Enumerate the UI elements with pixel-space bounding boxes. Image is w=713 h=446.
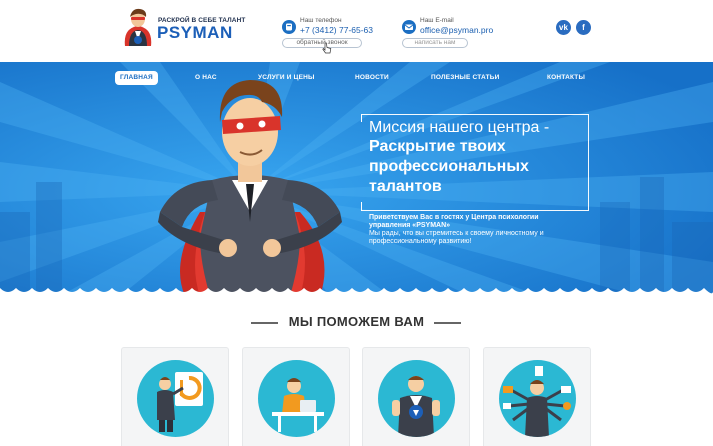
mission-heading: Миссия нашего центра - — [369, 119, 550, 136]
email-label: Наш E-mail — [420, 17, 454, 24]
service-card[interactable] — [362, 347, 470, 446]
title-divider — [434, 322, 461, 324]
greeting-subtext: Мы рады, что вы стремитесь к своему личн… — [369, 230, 544, 245]
service-card[interactable] — [242, 347, 350, 446]
phone-label: Наш телефон — [300, 17, 342, 24]
nav-item-news[interactable]: НОВОСТИ — [355, 71, 389, 85]
nav-item-about[interactable]: О НАС — [195, 71, 217, 85]
greeting-text: Приветствуем Вас в гостях у Центра психо… — [369, 214, 539, 229]
mission-frame-corner — [361, 114, 362, 122]
logo-name: PSYMAN — [157, 23, 233, 42]
nav-item-home[interactable]: ГЛАВНАЯ — [115, 71, 158, 85]
site-header: РАСКРОЙ В СЕБЕ ТАЛАНТ PSYMAN Наш телефон… — [0, 0, 713, 62]
cursor-icon — [322, 42, 332, 54]
vk-icon[interactable]: vk — [556, 20, 571, 35]
hero-banner: ГЛАВНАЯ О НАС УСЛУГИ И ЦЕНЫ НОВОСТИ ПОЛЕ… — [0, 62, 713, 296]
hero-reveal-illustration-icon — [378, 360, 455, 437]
nav-item-articles[interactable]: ПОЛЕЗНЫЕ СТАТЬИ — [431, 71, 500, 85]
mission-slogan-line: профессиональных — [369, 158, 529, 175]
phone-icon — [282, 20, 296, 34]
section-title: МЫ ПОМОЖЕМ ВАМ — [288, 314, 425, 329]
email-address[interactable]: office@psyman.pro — [420, 25, 493, 35]
phone-number[interactable]: +7 (3412) 77-65-63 — [300, 25, 373, 35]
logo[interactable]: РАСКРОЙ В СЕБЕ ТАЛАНТ PSYMAN — [120, 6, 245, 50]
mission-slogan-line: талантов — [369, 178, 442, 195]
nav-item-contacts[interactable]: КОНТАКТЫ — [547, 71, 585, 85]
multitasking-illustration-icon — [499, 360, 576, 437]
service-card[interactable] — [121, 347, 229, 446]
logo-mascot-icon — [124, 8, 152, 46]
facebook-icon[interactable]: f — [576, 20, 591, 35]
write-us-button[interactable]: написать нам — [402, 38, 468, 48]
presentation-illustration-icon — [137, 360, 214, 437]
mail-icon — [402, 20, 416, 34]
laptop-work-illustration-icon — [258, 360, 335, 437]
hero-background — [0, 62, 713, 296]
mission-frame-corner — [361, 202, 362, 211]
nav-item-services[interactable]: УСЛУГИ И ЦЕНЫ — [258, 71, 315, 85]
main-nav: ГЛАВНАЯ О НАС УСЛУГИ И ЦЕНЫ НОВОСТИ ПОЛЕ… — [115, 71, 595, 87]
page: РАСКРОЙ В СЕБЕ ТАЛАНТ PSYMAN Наш телефон… — [0, 0, 713, 446]
mission-slogan-line: Раскрытие твоих — [369, 138, 506, 155]
service-card[interactable] — [483, 347, 591, 446]
